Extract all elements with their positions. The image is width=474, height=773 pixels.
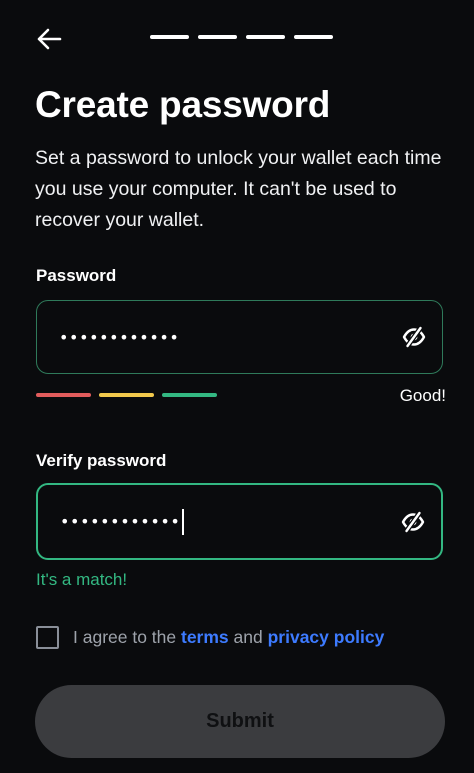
password-strength-label: Good! xyxy=(399,386,446,405)
verify-password-label: Verify password xyxy=(36,451,167,470)
step-progress-indicator xyxy=(150,35,333,39)
agree-text: I agree to the terms and privacy policy xyxy=(73,627,384,648)
page-description: Set a password to unlock your wallet eac… xyxy=(35,147,442,231)
strength-bar-3 xyxy=(162,393,217,397)
progress-step-2 xyxy=(198,35,237,39)
progress-step-1 xyxy=(150,35,189,39)
password-input-value: •••••••••••• xyxy=(59,327,180,347)
agree-checkbox[interactable] xyxy=(36,626,59,649)
progress-step-4 xyxy=(294,35,333,39)
agree-prefix: I agree to the xyxy=(73,627,181,647)
privacy-policy-link[interactable]: privacy policy xyxy=(268,627,385,647)
password-label: Password xyxy=(36,266,117,285)
verify-password-input[interactable]: •••••••••••• xyxy=(36,483,443,560)
page-title: Create password xyxy=(35,84,331,125)
submit-button[interactable]: Submit xyxy=(35,685,445,758)
password-input[interactable]: •••••••••••• xyxy=(36,300,443,374)
verify-password-input-value: •••••••••••• xyxy=(60,512,181,531)
terms-link[interactable]: terms xyxy=(181,627,229,647)
password-strength-meter xyxy=(36,393,217,397)
password-match-status: It's a match! xyxy=(36,570,128,589)
strength-bar-2 xyxy=(99,393,154,397)
password-visibility-toggle[interactable] xyxy=(400,323,428,351)
eye-off-icon xyxy=(401,510,425,533)
back-button[interactable] xyxy=(34,24,64,54)
terms-agreement: I agree to the terms and privacy policy xyxy=(36,626,384,649)
strength-bar-1 xyxy=(36,393,91,397)
text-cursor xyxy=(182,508,184,535)
verify-password-visibility-toggle[interactable] xyxy=(399,508,427,536)
progress-step-3 xyxy=(246,35,285,39)
eye-off-icon xyxy=(402,326,426,348)
arrow-left-icon xyxy=(37,28,62,50)
agree-middle: and xyxy=(228,627,268,647)
